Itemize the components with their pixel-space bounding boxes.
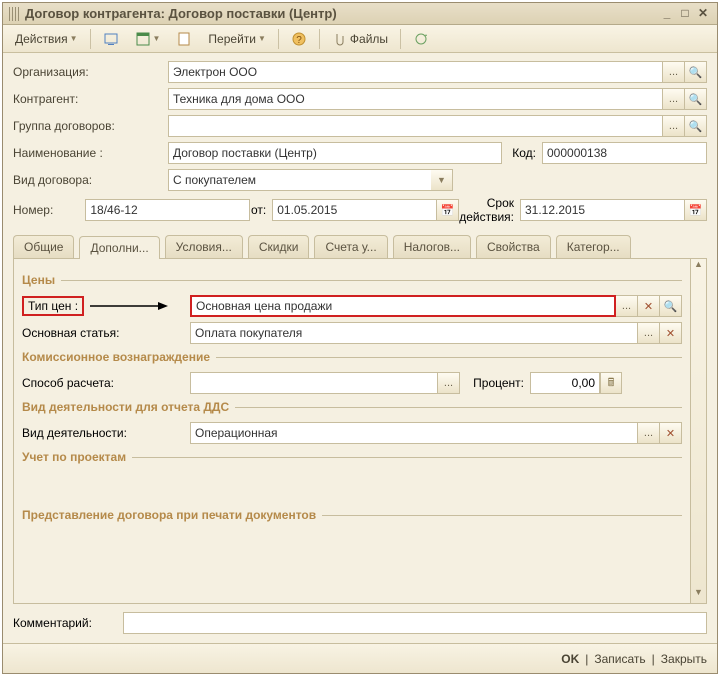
counterparty-input[interactable] [168,88,663,110]
help-icon: ? [291,31,307,47]
calc-method-label: Способ расчета: [22,376,190,390]
tab-properties[interactable]: Свойства [476,235,551,258]
minimize-button[interactable]: _ [659,6,675,22]
type-label: Вид договора: [13,173,168,187]
from-input[interactable] [272,199,437,221]
tabs: Общие Дополни... Условия... Скидки Счета… [13,235,707,259]
print-section: Представление договора при печати докуме… [22,508,682,522]
tab-taxes[interactable]: Налогов... [393,235,471,258]
percent-input[interactable] [530,372,600,394]
arrow-icon [90,296,170,316]
calc-method-select-button[interactable]: ... [438,372,460,394]
price-type-clear-button[interactable]: ✕ [638,295,660,317]
screen-icon [103,31,119,47]
activity-clear-button[interactable]: ✕ [660,422,682,444]
scroll-down-icon: ▼ [691,587,706,603]
activity-select-button[interactable]: ... [638,422,660,444]
price-type-search-button[interactable]: 🔍 [660,295,682,317]
form-area: Организация: ...🔍 Контрагент: ...🔍 Групп… [3,53,717,643]
svg-text:?: ? [296,35,302,46]
refresh-icon [413,31,429,47]
group-input[interactable] [168,115,663,137]
titlebar: Договор контрагента: Договор поставки (Ц… [3,3,717,25]
counterparty-search-button[interactable]: 🔍 [685,88,707,110]
group-label: Группа договоров: [13,119,168,133]
scroll-up-icon: ▲ [691,259,706,275]
number-label: Номер: [13,203,85,217]
org-input[interactable] [168,61,663,83]
ok-button[interactable]: OK [561,652,579,666]
close-button[interactable]: Закрыть [661,652,707,666]
save-button[interactable]: Записать [594,652,645,666]
toolbar-btn-refresh[interactable] [407,29,435,49]
price-type-input[interactable] [190,295,616,317]
tab-additional[interactable]: Дополни... [79,236,159,259]
files-button[interactable]: Файлы [326,29,394,49]
group-select-button[interactable]: ... [663,115,685,137]
from-calendar-button[interactable]: 📅 [437,199,459,221]
counterparty-select-button[interactable]: ... [663,88,685,110]
dds-section: Вид деятельности для отчета ДДС [22,400,682,414]
name-label: Наименование : [13,146,168,160]
tab-accounts[interactable]: Счета у... [314,235,387,258]
doc-icon [176,31,192,47]
scrollbar[interactable]: ▲▼ [690,259,706,603]
commission-section: Комиссионное вознаграждение [22,350,682,364]
activity-label: Вид деятельности: [22,426,190,440]
toolbar-btn-3[interactable] [170,29,198,49]
window-icon [135,31,151,47]
org-select-button[interactable]: ... [663,61,685,83]
price-type-select-button[interactable]: ... [616,295,638,317]
footer: OK | Записать | Закрыть [3,643,717,673]
group-search-button[interactable]: 🔍 [685,115,707,137]
percent-calc-button[interactable]: 🖩 [600,372,622,394]
actions-menu[interactable]: Действия▼ [9,30,84,48]
tab-discounts[interactable]: Скидки [248,235,310,258]
maximize-button[interactable]: □ [677,6,693,22]
counterparty-label: Контрагент: [13,92,168,106]
type-select[interactable]: С покупателем [168,169,453,191]
main-article-input[interactable] [190,322,638,344]
comment-input[interactable] [123,612,707,634]
toolbar: Действия▼ ▼ Перейти▼ ? Файлы [3,25,717,53]
activity-input[interactable] [190,422,638,444]
number-input[interactable] [85,199,250,221]
clip-icon [332,31,348,47]
help-button[interactable]: ? [285,29,313,49]
window-title: Договор контрагента: Договор поставки (Ц… [25,6,657,21]
main-article-clear-button[interactable]: ✕ [660,322,682,344]
contract-window: Договор контрагента: Договор поставки (Ц… [2,2,718,674]
close-window-button[interactable]: ✕ [695,6,711,22]
code-input[interactable] [542,142,707,164]
tab-categories[interactable]: Категор... [556,235,631,258]
name-input[interactable] [168,142,502,164]
validity-label: Срок действия: [459,196,520,224]
validity-calendar-button[interactable]: 📅 [685,199,707,221]
validity-input[interactable] [520,199,685,221]
org-search-button[interactable]: 🔍 [685,61,707,83]
tab-general[interactable]: Общие [13,235,74,258]
code-label: Код: [502,146,542,160]
prices-section: Цены [22,273,682,287]
tab-conditions[interactable]: Условия... [165,235,243,258]
toolbar-btn-1[interactable] [97,29,125,49]
org-label: Организация: [13,65,168,79]
toolbar-btn-2[interactable]: ▼ [129,29,167,49]
price-type-label-highlight: Тип цен : [22,296,84,316]
calc-method-input[interactable] [190,372,438,394]
tab-panel: ▲▼ Цены Тип цен : ... ✕ 🔍 Основная стать… [13,259,707,604]
from-label: от: [250,203,272,217]
projects-section: Учет по проектам [22,450,682,464]
goto-menu[interactable]: Перейти▼ [202,30,271,48]
percent-label: Процент: [460,376,530,390]
comment-label: Комментарий: [13,616,123,630]
grip-icon [9,7,19,21]
main-article-label: Основная статья: [22,326,190,340]
main-article-select-button[interactable]: ... [638,322,660,344]
